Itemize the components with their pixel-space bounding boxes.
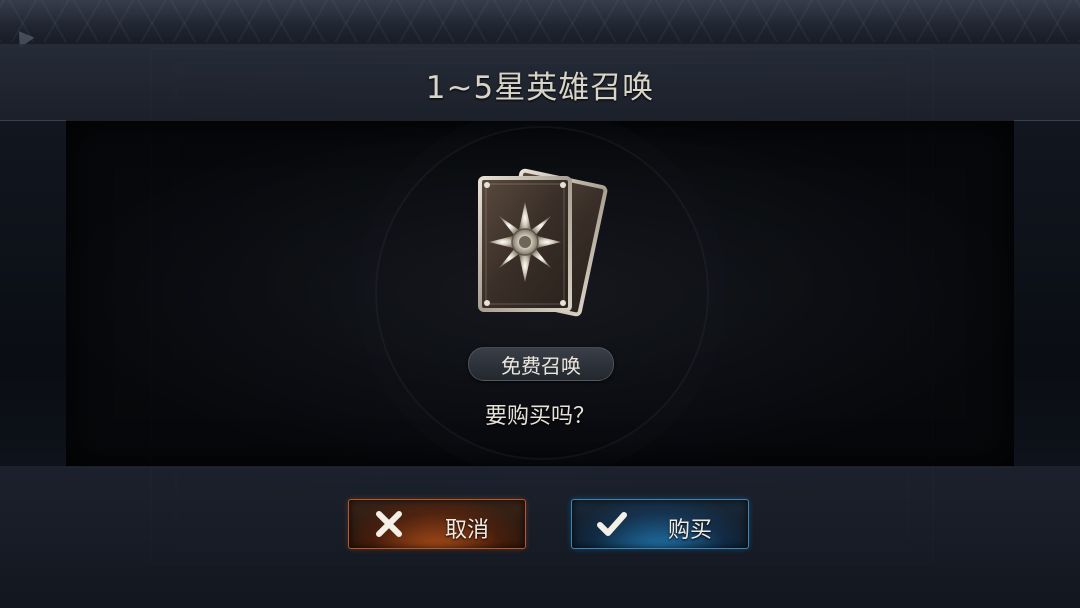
summon-card-icon xyxy=(470,160,620,330)
summon-dialog-screen: 1~5星英雄召唤 免费召唤 要购买吗？ 取消 购买 xyxy=(0,0,1080,608)
purchase-question: 要购买吗？ xyxy=(484,404,595,429)
free-summon-label: 免费召唤 xyxy=(501,353,581,378)
free-summon-badge: 免费召唤 xyxy=(468,347,614,381)
cancel-button[interactable]: 取消 xyxy=(348,499,526,549)
check-icon xyxy=(597,509,627,539)
button-bar xyxy=(0,466,1080,608)
dialog-title: 1~5星英雄召唤 xyxy=(425,70,655,106)
top-ornament-strip xyxy=(0,0,1080,42)
cancel-button-label: 取消 xyxy=(445,518,490,543)
close-icon xyxy=(374,509,404,539)
buy-button[interactable]: 购买 xyxy=(571,499,749,549)
buy-button-label: 购买 xyxy=(668,518,713,543)
